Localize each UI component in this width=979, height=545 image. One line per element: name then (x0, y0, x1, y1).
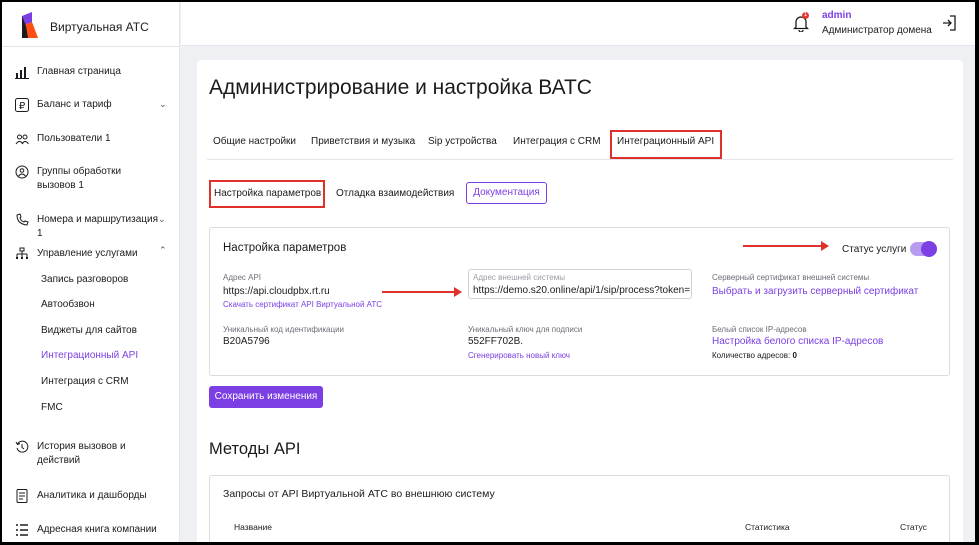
sidebar-divider (2, 46, 180, 47)
api-address-label: Адрес API (223, 273, 262, 282)
ruble-icon: ₽ (15, 98, 29, 112)
generate-key-link[interactable]: Сгенерировать новый ключ (468, 351, 570, 360)
notification-badge: 1 (802, 12, 809, 19)
sidebar: Виртуальная АТС Главная страница ₽ Балан… (2, 2, 180, 542)
annotation-arrow (382, 287, 462, 297)
chevron-down-icon: ⌄ (159, 99, 167, 109)
tab-crm[interactable]: Интеграция с CRM (513, 136, 601, 147)
sidebar-subitem-crm[interactable]: Интеграция с CRM (41, 376, 129, 387)
sidebar-subitem-call-recording[interactable]: Запись разговоров (41, 274, 128, 285)
toggle-knob (921, 241, 937, 257)
methods-panel: Запросы от API Виртуальной АТС во внешню… (209, 475, 950, 542)
page-title: Администрирование и настройка ВАТС (209, 76, 592, 99)
history-icon (15, 440, 29, 454)
methods-subtitle: Запросы от API Виртуальной АТС во внешню… (223, 488, 495, 500)
top-bar: 1 admin Администратор домена (181, 2, 975, 46)
upload-server-cert-link[interactable]: Выбрать и загрузить серверный сертификат (712, 286, 918, 297)
sidebar-item-label: История вызовов и действий (37, 441, 126, 466)
methods-title: Методы API (209, 440, 301, 458)
tab-sip[interactable]: Sip устройства (428, 136, 497, 147)
external-address-label: Адрес внешней системы (473, 273, 565, 282)
address-book-icon (15, 523, 29, 537)
sidebar-subitem-integration-api[interactable]: Интеграционный API (41, 350, 138, 361)
group-icon (15, 165, 29, 179)
brand-name: Виртуальная АТС (50, 20, 149, 34)
analytics-icon (15, 489, 29, 503)
sidebar-subitem-fmc[interactable]: FMC (41, 402, 63, 413)
panel-title: Настройка параметров (223, 242, 347, 254)
sign-key-label: Уникальный ключ для подписи (468, 325, 583, 334)
sidebar-item-label: Номера и маршрутизация 1 (37, 214, 158, 239)
subtab-debug[interactable]: Отладка взаимодействия (336, 188, 454, 199)
services-icon (15, 247, 29, 261)
sidebar-item-label: Аналитика и дашборды (37, 490, 147, 501)
rt-logo-icon (22, 12, 38, 38)
whitelist-label: Белый список IP-адресов (712, 325, 807, 334)
address-count: Количество адресов: 0 (712, 351, 797, 360)
tabs-divider (207, 159, 953, 160)
api-address-value: https://api.cloudpbx.rt.ru (223, 286, 330, 297)
user-role: Администратор домена (822, 25, 932, 36)
bar-chart-icon (15, 65, 29, 79)
sidebar-item-label: Адресная книга компании (37, 524, 157, 535)
phone-routing-icon (15, 213, 29, 227)
logout-icon[interactable] (941, 15, 957, 31)
unique-code-label: Уникальный код идентификации (223, 325, 345, 334)
sidebar-subitem-widgets[interactable]: Виджеты для сайтов (41, 325, 137, 336)
address-count-label: Количество адресов: (712, 351, 791, 360)
user-name[interactable]: admin (822, 10, 851, 21)
highlight-box (610, 130, 722, 159)
sidebar-subitem-autodial[interactable]: Автообзвон (41, 299, 95, 310)
save-button[interactable]: Сохранить изменения (209, 386, 323, 408)
tab-greetings[interactable]: Приветствия и музыка (311, 136, 415, 147)
settings-panel: Настройка параметров Статус услуги Адрес… (209, 227, 950, 376)
tab-general[interactable]: Общие настройки (213, 136, 296, 147)
sidebar-item-label: Управление услугами (37, 248, 138, 259)
main-content: Администрирование и настройка ВАТС Общие… (197, 60, 963, 542)
annotation-arrow (743, 241, 829, 251)
highlight-box (209, 180, 325, 208)
whitelist-settings-link[interactable]: Настройка белого списка IP-адресов (712, 336, 883, 347)
column-header-status: Статус (900, 522, 927, 532)
app-window: Виртуальная АТС Главная страница ₽ Балан… (2, 2, 975, 542)
column-header-name: Название (234, 522, 272, 532)
address-count-value: 0 (792, 351, 797, 360)
server-cert-label: Серверный сертификат внешней системы (712, 273, 870, 282)
users-icon (15, 132, 29, 146)
column-header-stats: Статистика (745, 522, 790, 532)
svg-text:₽: ₽ (19, 101, 26, 112)
chevron-up-icon: ⌃ (159, 245, 167, 255)
external-address-value: https://demo.s20.online/api/1/sip/proces… (473, 285, 691, 296)
sign-key-value: 552FF702B. (468, 336, 524, 347)
documentation-button[interactable]: Документация (466, 182, 547, 204)
sidebar-item-label: Баланс и тариф (37, 99, 112, 110)
unique-code-value: B20A5796 (223, 336, 270, 347)
status-toggle[interactable] (910, 241, 937, 257)
sidebar-item-label: Главная страница (37, 66, 121, 77)
status-label: Статус услуги (842, 244, 907, 255)
sidebar-item-label: Пользователи 1 (37, 133, 111, 144)
sidebar-item-label: Группы обработки вызовов 1 (37, 166, 122, 191)
chevron-down-icon: ⌄ (158, 214, 166, 224)
external-address-input[interactable]: Адрес внешней системы https://demo.s20.o… (468, 269, 692, 299)
download-cert-link[interactable]: Скачать сертификат API Виртуальной АТС (223, 300, 382, 309)
